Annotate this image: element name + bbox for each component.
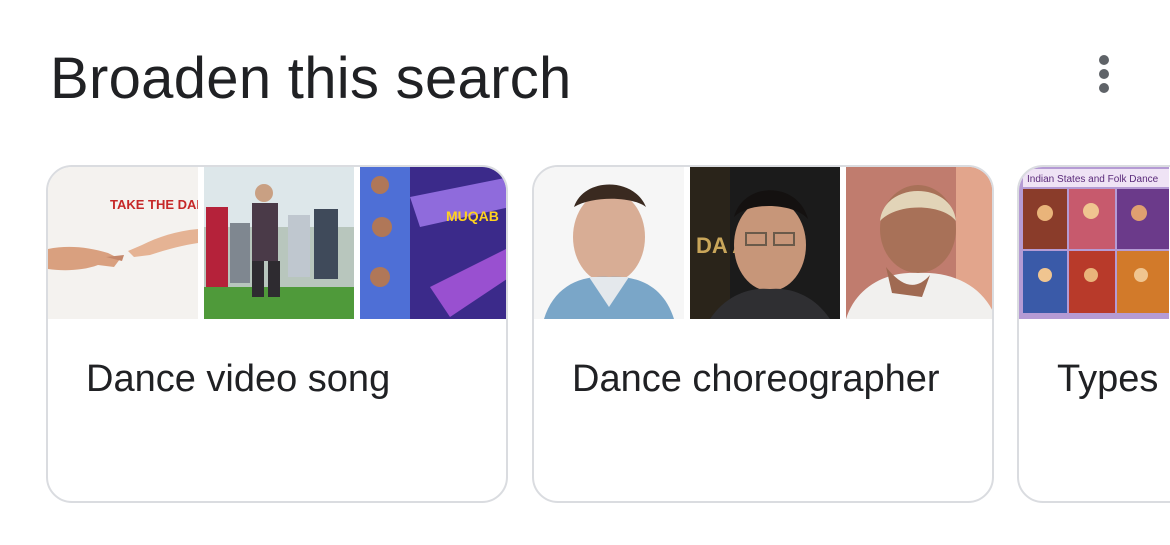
- card-dance-video-song[interactable]: TAKE THE DANCING: [46, 165, 508, 503]
- thumbnail-image: Indian States and Folk Dance: [1019, 167, 1169, 319]
- thumbnail-image: [204, 167, 354, 319]
- card-types-of-dance-art[interactable]: Indian States and Folk Dance Types of da…: [1017, 165, 1170, 503]
- card-thumbnails: DA AN: [534, 167, 992, 319]
- thumbnail-image: MUQAB: [360, 167, 506, 319]
- card-dance-choreographer[interactable]: DA AN Dance choreographer: [532, 165, 994, 503]
- thumbnail-image: [846, 167, 992, 319]
- card-label: Types of dance art: [1057, 358, 1170, 400]
- thumbnail-image: [534, 167, 684, 319]
- broaden-search-carousel[interactable]: TAKE THE DANCING: [0, 165, 1170, 510]
- thumbnail-text: TAKE THE DANCING: [110, 197, 198, 212]
- more-options-button[interactable]: [1083, 50, 1125, 98]
- thumbnail-image: TAKE THE DANCING: [48, 167, 198, 319]
- card-thumbnails: Indian States and Folk Dance: [1019, 167, 1170, 319]
- more-vert-icon: [1099, 55, 1109, 93]
- card-label: Dance video song: [86, 358, 391, 400]
- thumbnail-text: MUQAB: [446, 208, 499, 224]
- card-label: Dance choreographer: [572, 358, 940, 400]
- section-title: Broaden this search: [50, 46, 572, 111]
- thumbnail-text: Indian States and Folk Dance: [1027, 174, 1159, 185]
- thumbnail-image: DA AN: [690, 167, 840, 319]
- card-thumbnails: TAKE THE DANCING: [48, 167, 506, 319]
